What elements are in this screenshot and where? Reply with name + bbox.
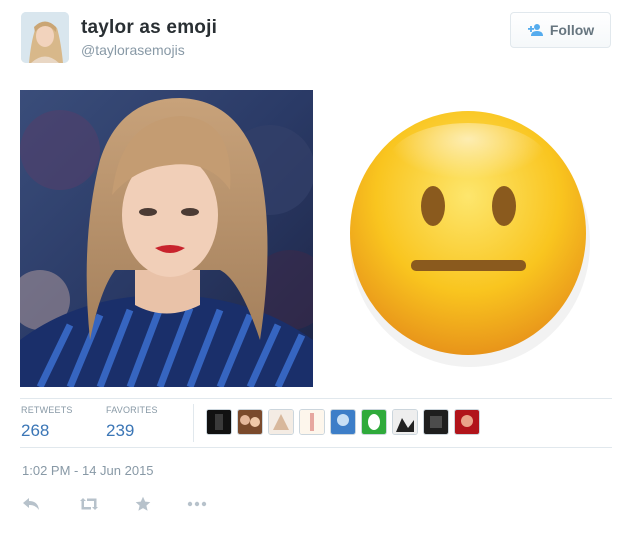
favorites-count[interactable]: 239 — [106, 421, 134, 441]
favoriter-avatar[interactable] — [423, 409, 449, 435]
favoriter-avatar[interactable] — [392, 409, 418, 435]
reply-icon[interactable] — [20, 495, 42, 513]
retweet-icon[interactable] — [78, 495, 100, 513]
favoriter-avatar[interactable] — [268, 409, 294, 435]
more-icon[interactable] — [186, 495, 208, 513]
favoriter-avatar[interactable] — [330, 409, 356, 435]
tweet-timestamp[interactable]: 1:02 PM - 14 Jun 2015 — [22, 463, 154, 478]
retweets-count[interactable]: 268 — [21, 421, 49, 441]
stats-top-divider — [20, 398, 612, 399]
favoriter-avatar[interactable] — [237, 409, 263, 435]
favoriters-avatar-row — [206, 409, 480, 435]
favorites-label: FAVORITES — [106, 405, 158, 415]
neutral-face-emoji-image — [350, 111, 590, 367]
stats-bottom-divider — [20, 447, 612, 448]
add-user-icon — [527, 23, 544, 37]
favorite-icon[interactable] — [132, 495, 154, 513]
tweet-photo[interactable] — [20, 90, 313, 387]
avatar-image — [21, 12, 69, 63]
retweets-label: RETWEETS — [21, 405, 73, 415]
favoriter-avatar[interactable] — [454, 409, 480, 435]
user-handle[interactable]: @taylorasemojis — [81, 42, 185, 58]
tweet-actions — [20, 495, 208, 513]
favoriter-avatar[interactable] — [206, 409, 232, 435]
neutral-face-emoji-icon[interactable] — [343, 103, 597, 371]
user-display-name[interactable]: taylor as emoji — [81, 17, 217, 39]
follow-button-label: Follow — [549, 22, 595, 38]
portrait-photo-image — [20, 90, 313, 387]
follow-button[interactable]: Follow — [510, 12, 611, 48]
favoriter-avatar[interactable] — [299, 409, 325, 435]
favoriter-avatar[interactable] — [361, 409, 387, 435]
user-avatar[interactable] — [21, 12, 69, 63]
stats-vertical-divider — [193, 404, 194, 442]
